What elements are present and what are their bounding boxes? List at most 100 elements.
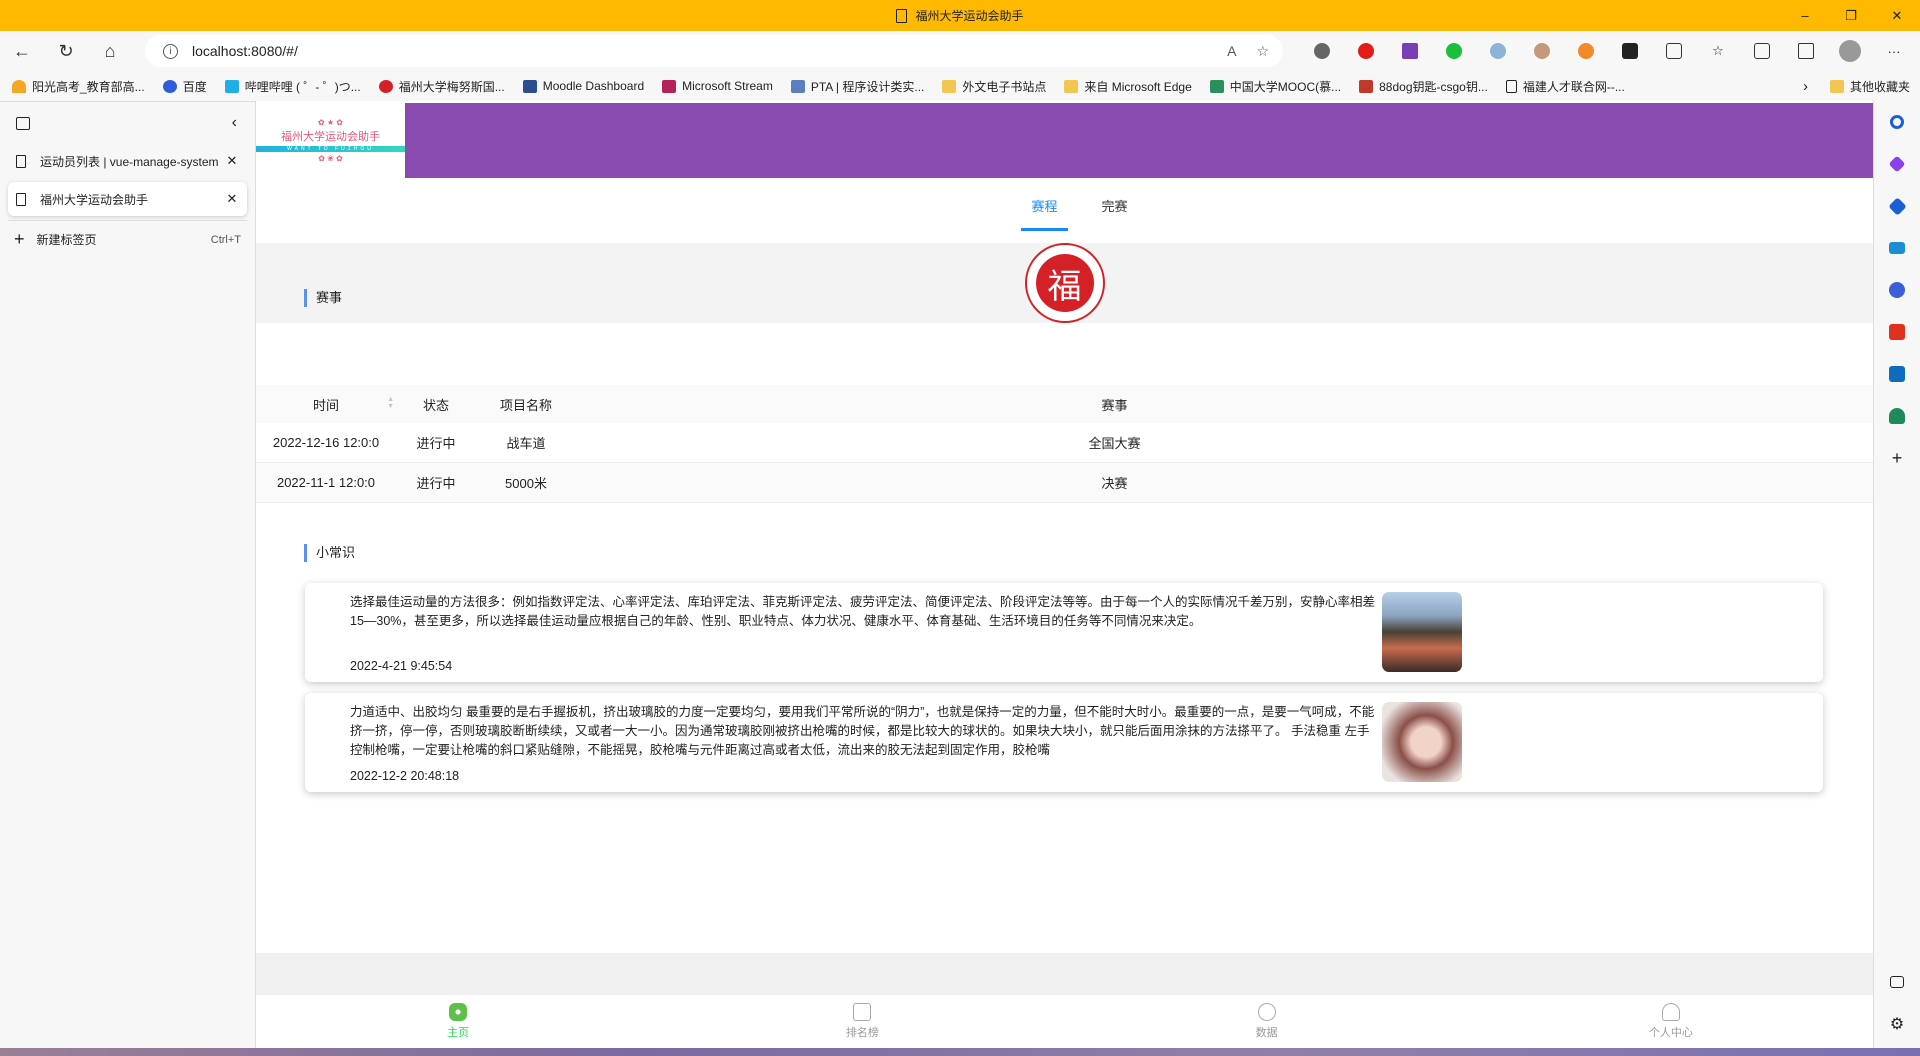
- bookmarks-bar: 阳光高考_教育部高... 百度 哔哩哔哩 ( ゜- ゜)つ... 福州大学梅努斯…: [0, 71, 1920, 101]
- owl-extension-icon[interactable]: [1520, 43, 1564, 59]
- bookmark[interactable]: 中国大学MOOC(慕...: [1209, 78, 1341, 95]
- tools-icon[interactable]: [1874, 227, 1920, 269]
- sun-icon: [12, 79, 26, 93]
- edge-sidebar: + ⚙: [1873, 101, 1920, 1048]
- bottom-tabbar: 主页 排名榜 数据 个人中心: [256, 995, 1873, 1048]
- bookmark[interactable]: Moodle Dashboard: [522, 79, 644, 93]
- mooc-icon: [1209, 79, 1224, 93]
- bookmark[interactable]: 阳光高考_教育部高...: [12, 78, 145, 95]
- schedule-tabs: 赛程 完赛: [256, 178, 1873, 243]
- search-icon[interactable]: [1874, 101, 1920, 143]
- profile-avatar[interactable]: [1828, 40, 1872, 62]
- tabbar-item-data[interactable]: 数据: [1065, 995, 1469, 1048]
- pta-icon: [790, 79, 805, 93]
- puzzle-extensions-icon[interactable]: [1652, 43, 1696, 59]
- reload-button[interactable]: ↻: [44, 41, 88, 62]
- onenote-extension-icon[interactable]: [1388, 43, 1432, 59]
- tip-card[interactable]: 选择最佳运动量的方法很多：例如指数评定法、心率评定法、库珀评定法、菲克斯评定法、…: [305, 583, 1823, 682]
- table-header: 时间 ▲ ▼ 状态 项目名称 赛事: [256, 385, 1873, 423]
- settings-gear-icon[interactable]: ⚙: [1874, 1003, 1920, 1045]
- close-tab-icon[interactable]: ✕: [225, 153, 239, 169]
- more-menu-button[interactable]: ···: [1872, 44, 1916, 59]
- window-titlebar: 福州大学运动会助手 – ❐ ✕: [0, 0, 1920, 31]
- read-aloud-icon[interactable]: A: [1227, 43, 1236, 60]
- banner: 福: [256, 243, 1873, 323]
- collapse-panel-icon[interactable]: ‹: [232, 114, 237, 132]
- add-favorite-icon[interactable]: ☆: [1256, 43, 1269, 60]
- ghost-extension-icon[interactable]: [1608, 43, 1652, 59]
- info-icon[interactable]: i: [163, 43, 178, 59]
- address-bar[interactable]: i localhost:8080/#/ A ☆: [145, 35, 1283, 67]
- collections-icon[interactable]: [1740, 43, 1784, 59]
- back-button[interactable]: ←: [0, 41, 44, 62]
- bookmark-folder[interactable]: 来自 Microsoft Edge: [1064, 78, 1192, 95]
- close-tab-icon[interactable]: ✕: [225, 191, 239, 207]
- download-extension-icon[interactable]: [1476, 43, 1520, 59]
- portrait-image: [1382, 702, 1462, 782]
- browser-tab[interactable]: 运动员列表 | vue-manage-system ✕: [8, 144, 247, 178]
- outlook-icon[interactable]: [1874, 353, 1920, 395]
- column-header-item: 项目名称: [499, 397, 552, 413]
- tabbar-item-ranking[interactable]: 排名榜: [660, 995, 1064, 1048]
- bookmark[interactable]: PTA | 程序设计类实...: [790, 78, 924, 95]
- bookmark[interactable]: Microsoft Stream: [662, 79, 773, 93]
- plus-icon: +: [14, 229, 25, 249]
- check-extension-icon[interactable]: [1432, 43, 1476, 59]
- new-tab-button[interactable]: + 新建标签页 Ctrl+T: [8, 220, 247, 258]
- app-header: ✿ ★ ✿ 福州大学运动会助手 WANT TO FUZHOU UNIVERSIT…: [256, 103, 1873, 178]
- shopping-tag-icon[interactable]: [1874, 185, 1920, 227]
- bookmark[interactable]: 福州大学梅努斯国...: [378, 78, 505, 95]
- section-title-tips: 小常识: [304, 544, 355, 562]
- adblock-extension-icon[interactable]: [1344, 43, 1388, 59]
- add-sidebar-app-icon[interactable]: +: [1874, 437, 1920, 479]
- games-icon[interactable]: [1874, 269, 1920, 311]
- user-icon: [1661, 1003, 1680, 1021]
- copilot-sparkle-icon[interactable]: [1874, 143, 1920, 185]
- tab-finished[interactable]: 完赛: [1092, 191, 1138, 231]
- tip-card[interactable]: 力道适中、出胶均匀 最重要的是右手握扳机，挤出玻璃胶的力度一定要均匀，要用我们平…: [305, 693, 1823, 792]
- home-button[interactable]: ⌂: [88, 41, 132, 62]
- footer-spacer: [256, 953, 1873, 995]
- moon-extension-icon[interactable]: [1564, 43, 1608, 59]
- restore-button[interactable]: ❐: [1828, 0, 1874, 31]
- column-header-event: 赛事: [1101, 397, 1128, 413]
- tab-actions-icon[interactable]: [16, 116, 30, 130]
- folder-icon: [1829, 79, 1844, 93]
- extension-icon[interactable]: [1300, 43, 1344, 59]
- tabbar-item-profile[interactable]: 个人中心: [1469, 995, 1873, 1048]
- folder-icon: [1064, 79, 1079, 93]
- bookmark[interactable]: 福建人才联合网--...: [1505, 78, 1625, 95]
- folder-icon: [942, 79, 957, 93]
- window-title: 福州大学运动会助手: [915, 9, 1024, 23]
- data-icon: [1257, 1003, 1276, 1021]
- bookmark[interactable]: 百度: [162, 78, 207, 95]
- sort-caret-icon[interactable]: ▲ ▼: [387, 396, 394, 410]
- hide-sidebar-icon[interactable]: [1874, 961, 1920, 1003]
- document-icon: [1505, 79, 1517, 93]
- other-bookmarks-folder[interactable]: 其他收藏夹: [1829, 78, 1910, 95]
- tabbar-item-home[interactable]: 主页: [256, 995, 660, 1048]
- table-row[interactable]: 2022-12-16 12:0:0 进行中 战车道 全国大赛: [256, 423, 1873, 463]
- web-page: ✿ ★ ✿ 福州大学运动会助手 WANT TO FUZHOU UNIVERSIT…: [256, 101, 1873, 1048]
- document-icon: [16, 192, 26, 206]
- bookmark-folder[interactable]: 外文电子书站点: [942, 78, 1046, 95]
- tree-icon[interactable]: [1874, 395, 1920, 437]
- url-text[interactable]: localhost:8080/#/: [192, 43, 298, 59]
- bookmark[interactable]: 88dog钥匙-csgo钥...: [1359, 78, 1488, 95]
- column-header-time[interactable]: 时间 ▲ ▼: [256, 395, 396, 414]
- browser-tab-active[interactable]: 福州大学运动会助手 ✕: [8, 182, 247, 216]
- bookmark[interactable]: 哔哩哔哩 ( ゜- ゜)つ...: [224, 78, 361, 95]
- office-icon[interactable]: [1874, 311, 1920, 353]
- favorites-icon[interactable]: ☆: [1696, 43, 1740, 59]
- table-row[interactable]: 2022-11-1 12:0:0 进行中 5000米 决赛: [256, 463, 1873, 503]
- document-icon: [896, 8, 908, 23]
- home-icon: [449, 1003, 468, 1021]
- close-window-button[interactable]: ✕: [1874, 0, 1920, 31]
- minimize-button[interactable]: –: [1782, 0, 1828, 31]
- os-taskbar: [0, 1048, 1920, 1056]
- column-header-status: 状态: [422, 397, 449, 413]
- tab-schedule[interactable]: 赛程: [1021, 191, 1068, 231]
- share-icon[interactable]: [1784, 43, 1828, 59]
- bookmarks-overflow-chevron-icon[interactable]: ›: [1803, 78, 1808, 95]
- moodle-icon: [522, 79, 537, 93]
